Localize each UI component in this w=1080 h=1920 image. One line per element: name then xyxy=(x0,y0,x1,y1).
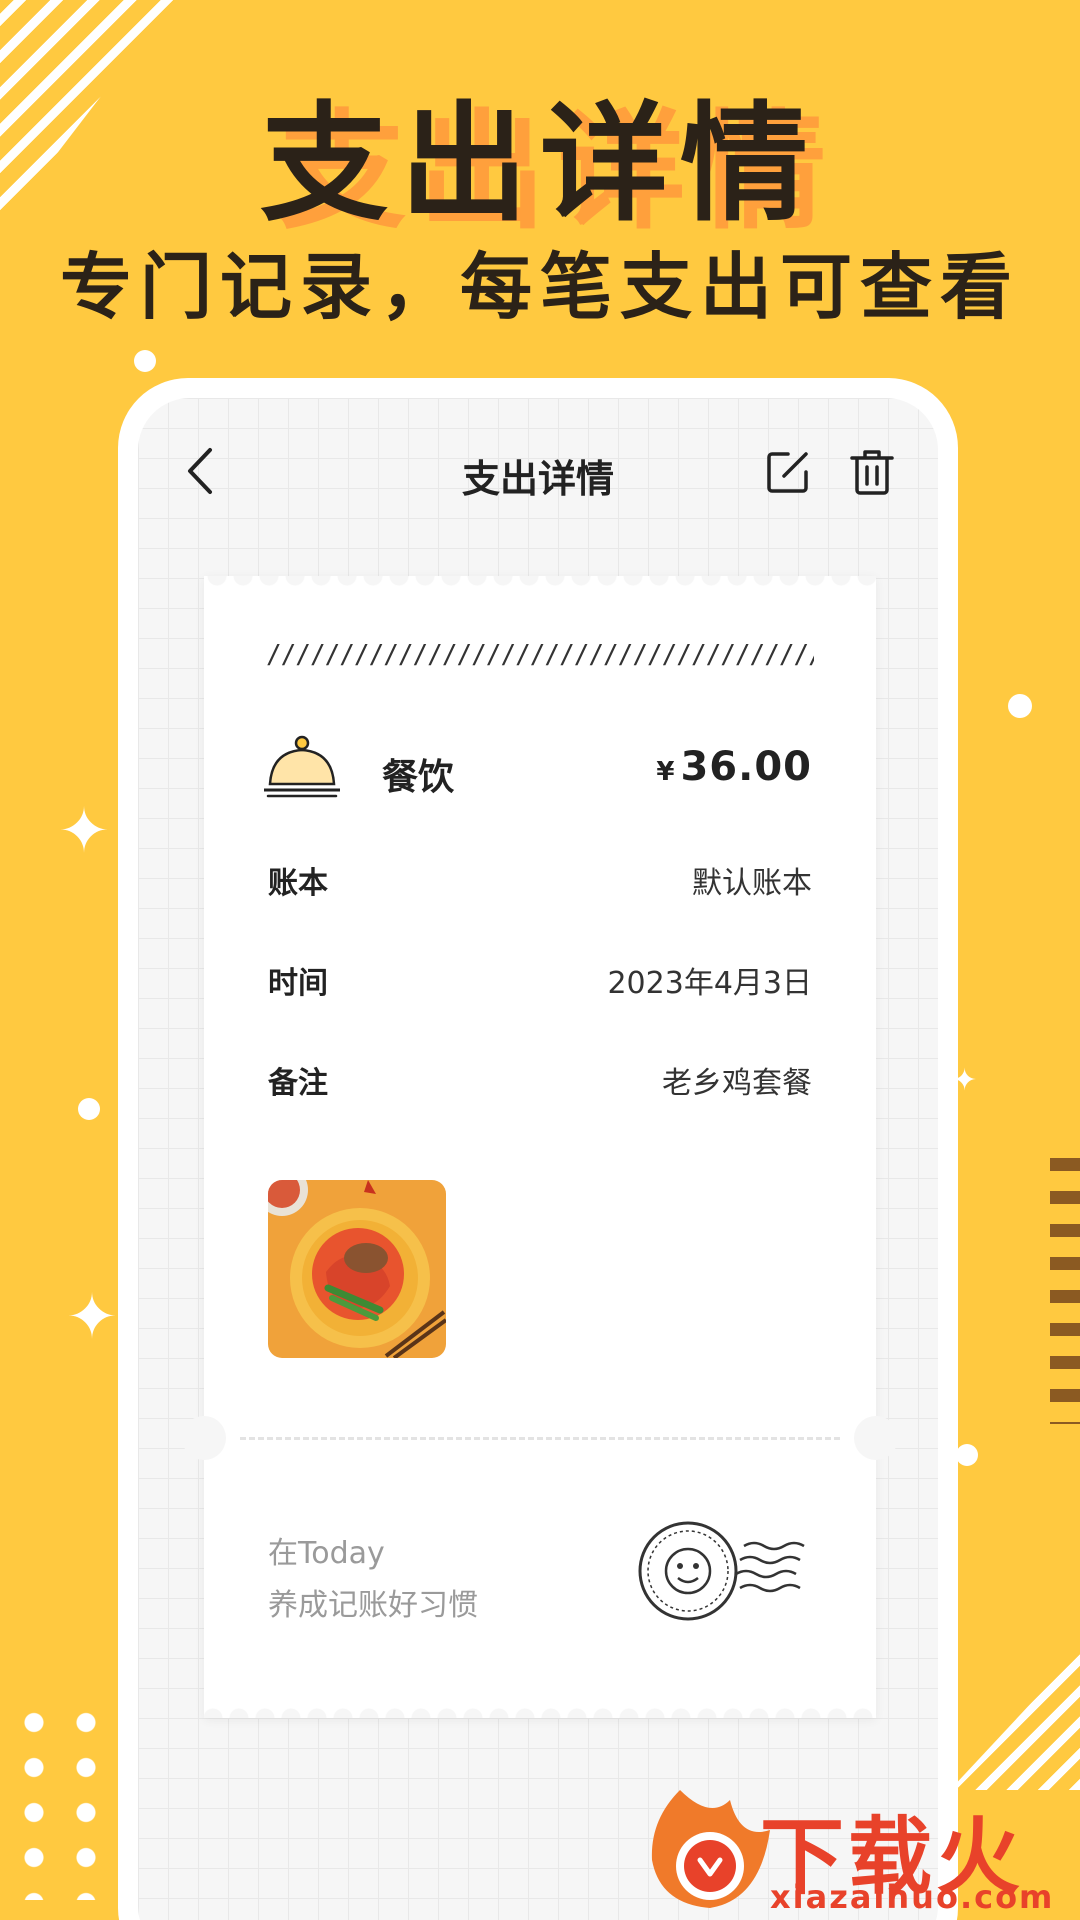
decor-dot xyxy=(78,1098,100,1120)
expense-amount: ¥36.00 xyxy=(656,744,812,790)
receipt-edge-top xyxy=(204,576,876,594)
app-screen: 支出详情 ///////////////////////////////////… xyxy=(138,398,938,1920)
note-label: 备注 xyxy=(268,1066,328,1101)
watermark-logo-icon xyxy=(651,1790,770,1908)
promo-subtitle: 专门记录，每笔支出可查看 xyxy=(59,245,1020,329)
decor-stripes-bottom-right xyxy=(950,1640,1080,1790)
category-name: 餐饮 xyxy=(382,757,455,798)
sparkle-icon: ✦ xyxy=(66,1280,118,1353)
food-photo-thumbnail[interactable] xyxy=(268,1180,446,1358)
sparkle-icon: ✦ xyxy=(58,794,110,867)
amount-value: 36.00 xyxy=(680,744,812,790)
decor-dot-grid xyxy=(8,1700,128,1900)
ledger-value: 默认账本 xyxy=(692,866,812,901)
food-cloche-icon xyxy=(264,735,340,798)
ledger-label: 账本 xyxy=(268,866,328,901)
postmark-stamp-icon xyxy=(638,1521,805,1621)
receipt-edge-bottom xyxy=(204,1700,876,1718)
receipt-hatch-divider: ////////////////////////////////////////… xyxy=(266,640,814,666)
currency-symbol: ¥ xyxy=(656,757,675,787)
page-title: 支出详情 xyxy=(461,457,614,501)
decor-dot xyxy=(1008,694,1032,718)
nav-bar: 支出详情 xyxy=(138,398,938,538)
receipt-notch-left xyxy=(182,1416,226,1460)
time-value: 2023年4月3日 xyxy=(607,966,812,1001)
edit-icon[interactable] xyxy=(766,450,810,494)
watermark-url: xiazaihuo.com xyxy=(770,1878,1055,1916)
receipt-notch-right xyxy=(854,1416,898,1460)
expense-receipt-card: ////////////////////////////////////////… xyxy=(182,576,898,1718)
decor-dot xyxy=(956,1444,978,1466)
time-label: 时间 xyxy=(268,966,328,1001)
slogan-line-2: 养成记账好习惯 xyxy=(268,1588,478,1623)
receipt-tear-line xyxy=(240,1437,840,1440)
promo-title: 支出详情 xyxy=(259,90,820,239)
promo-title-block: 支出详情 支出详情 xyxy=(0,60,1080,247)
decor-bars-right xyxy=(1050,1158,1080,1424)
slogan-line-1: 在Today xyxy=(268,1536,385,1571)
food-photo-image xyxy=(268,1180,446,1358)
decor-dot xyxy=(134,350,156,372)
note-value: 老乡鸡套餐 xyxy=(662,1066,812,1101)
trash-icon[interactable] xyxy=(850,448,894,496)
phone-frame: 支出详情 ///////////////////////////////////… xyxy=(118,378,958,1920)
